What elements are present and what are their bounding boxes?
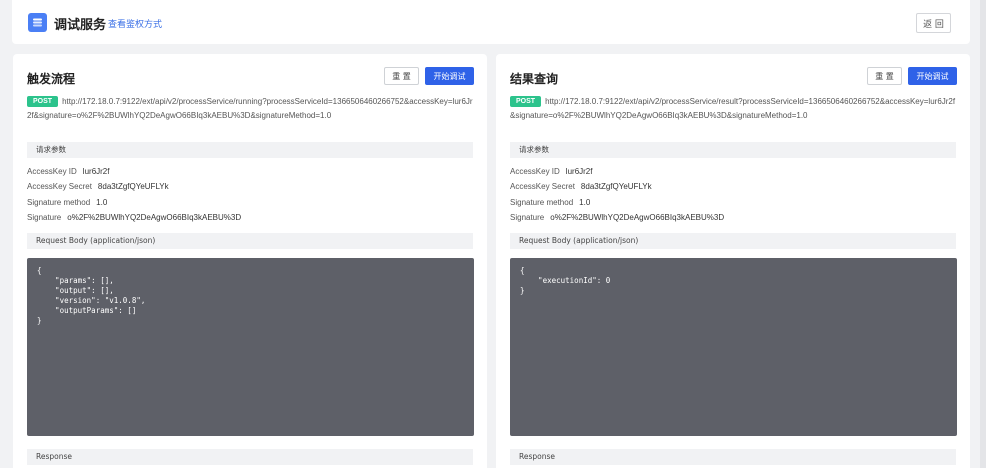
param-row-signature: Signature o%2F%2BUWlhYQ2DeAgwO66BIq3kAEBU… xyxy=(27,212,241,224)
param-label: AccessKey Secret xyxy=(510,182,575,191)
view-auth-link[interactable]: 查看鉴权方式 xyxy=(108,17,162,30)
param-row-access-key-id: AccessKey ID lur6Jr2f xyxy=(510,166,592,178)
request-body-editor[interactable]: { "params": [], "output": [], "version":… xyxy=(27,258,474,436)
param-value: 1.0 xyxy=(96,198,108,207)
request-body-header: Request Body (application/json) xyxy=(27,233,473,249)
param-value: 8da3tZgfQYeUFLYk xyxy=(97,182,169,191)
page-header: 调试服务 查看鉴权方式 返 回 xyxy=(12,0,970,44)
response-section-header: Response xyxy=(27,449,473,465)
service-icon xyxy=(28,13,47,32)
method-badge: POST xyxy=(27,96,59,107)
reset-button[interactable]: 重 置 xyxy=(867,67,902,85)
page-scrollbar[interactable] xyxy=(980,0,986,468)
method-badge: POST xyxy=(510,96,542,107)
param-value: o%2F%2BUWlhYQ2DeAgwO66BIq3kAEBU%3D xyxy=(67,213,242,222)
param-row-signature: Signature o%2F%2BUWlhYQ2DeAgwO66BIq3kAEBU… xyxy=(510,212,724,224)
page-title: 调试服务 xyxy=(54,18,107,33)
param-label: Signature method xyxy=(27,198,91,207)
panel-title: 结果查询 xyxy=(510,72,559,86)
param-label: Signature xyxy=(27,213,62,222)
query-result-panel: 结果查询 重 置 开始调试 POST http://172.18.0.7:9122… xyxy=(496,54,970,468)
param-row-signature-method: Signature method 1.0 xyxy=(27,197,107,209)
request-url: http://172.18.0.7:9122/ext/api/v2/proces… xyxy=(27,97,473,120)
param-label: AccessKey Secret xyxy=(27,182,92,191)
params-section-header: 请求参数 xyxy=(510,142,956,158)
start-debug-button[interactable]: 开始调试 xyxy=(425,67,474,85)
start-debug-button[interactable]: 开始调试 xyxy=(908,67,957,85)
request-body-header: Request Body (application/json) xyxy=(510,233,956,249)
request-url: http://172.18.0.7:9122/ext/api/v2/proces… xyxy=(510,97,956,120)
param-label: Signature xyxy=(510,213,545,222)
param-label: AccessKey ID xyxy=(27,167,77,176)
back-button[interactable]: 返 回 xyxy=(916,13,951,33)
trigger-process-panel: 触发流程 重 置 开始调试 POST http://172.18.0.7:9122… xyxy=(13,54,487,468)
param-label: Signature method xyxy=(510,198,574,207)
param-label: AccessKey ID xyxy=(510,167,560,176)
param-value: o%2F%2BUWlhYQ2DeAgwO66BIq3kAEBU%3D xyxy=(550,213,725,222)
param-value: 8da3tZgfQYeUFLYk xyxy=(580,182,652,191)
panel-title: 触发流程 xyxy=(27,72,76,86)
param-row-access-key-id: AccessKey ID lur6Jr2f xyxy=(27,166,109,178)
param-row-access-key-secret: AccessKey Secret 8da3tZgfQYeUFLYk xyxy=(27,181,169,193)
param-value: lur6Jr2f xyxy=(565,167,593,176)
reset-button[interactable]: 重 置 xyxy=(384,67,419,85)
request-url-line: POST http://172.18.0.7:9122/ext/api/v2/pr… xyxy=(27,95,473,123)
params-section-header: 请求参数 xyxy=(27,142,473,158)
param-value: 1.0 xyxy=(579,198,591,207)
response-section-header: Response xyxy=(510,449,956,465)
param-value: lur6Jr2f xyxy=(82,167,110,176)
param-row-signature-method: Signature method 1.0 xyxy=(510,197,590,209)
param-row-access-key-secret: AccessKey Secret 8da3tZgfQYeUFLYk xyxy=(510,181,652,193)
request-url-line: POST http://172.18.0.7:9122/ext/api/v2/pr… xyxy=(510,95,956,123)
request-body-editor[interactable]: { "executionId": 0 } xyxy=(510,258,957,436)
